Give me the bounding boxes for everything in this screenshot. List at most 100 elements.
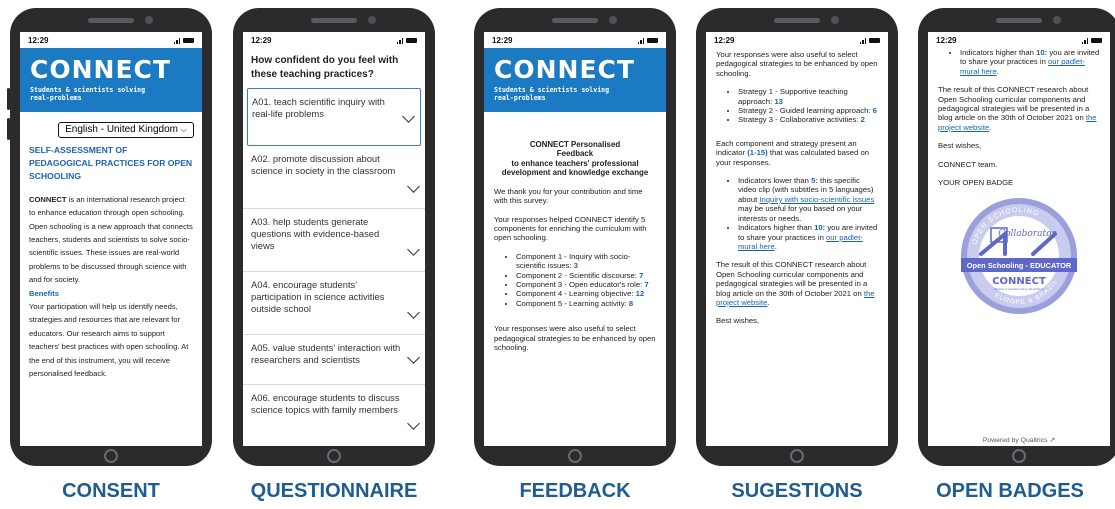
component-list: Component 1 - Inquiry with socio-scienti… [494,252,656,308]
status-bar: 12:29 [928,32,1110,48]
blog-announcement: The result of this CONNECT research abou… [938,85,1097,132]
badge-tagline: Students & scientists solving real-probl… [994,287,1044,291]
battery-icon [1091,37,1102,43]
question-item[interactable]: A05. value students' interaction with re… [243,335,425,385]
feedback-components-intro: Your responses helped CONNECT identify 5… [494,214,647,243]
status-bar: 12:29 [20,32,202,48]
phone-suggestions: 12:29 Your responses were also useful to… [696,8,898,466]
question-item[interactable]: A03. help students generate questions wi… [243,209,425,272]
score-value: 13 [774,96,783,106]
home-button [790,449,804,463]
status-time: 12:29 [251,35,272,45]
signal-icon [859,37,866,44]
signal-icon [1081,37,1088,44]
indicator-explanation: Each component and strategy present an i… [716,138,870,167]
connect-logo: CONNECT [30,55,171,84]
phone-feedback: 12:29 CONNECT Students & scientists solv… [474,8,676,466]
open-badge-image: OPEN SCHOOLING EUROPE & BRAZIL Collabora… [961,198,1077,315]
list-item: Component 1 - Inquiry with socio-scienti… [516,252,656,271]
list-item: Strategy 1 - Supportive teaching approac… [738,87,878,106]
list-item: Strategy 3 - Collaborative activities: 2 [738,115,878,124]
chevron-down-icon [407,351,420,364]
screen-feedback: 12:29 CONNECT Students & scientists solv… [484,32,666,446]
phone-open-badges: 12:29 Indicators higher than 10: you are… [918,8,1115,466]
phone-consent: 12:29 CONNECT Students & scientists solv… [7,8,212,466]
camera [368,16,376,24]
consent-intro: CONNECT is an international research pro… [29,194,185,218]
consent-body: SELF-ASSESSMENT OF PEDAGOGICAL PRACTICES… [20,144,202,381]
badge-logo: CONNECT [992,276,1046,287]
home-button [327,449,341,463]
status-time: 12:29 [714,35,735,45]
list-item: Component 3 - Open educator's role: 7 [516,280,656,289]
chevron-down-icon [407,243,420,256]
score-value: 8 [628,298,634,308]
external-link-icon: ↗ [1049,437,1056,444]
feedback-thanks: We thank you for your contribution and t… [494,186,643,206]
signal-icon [637,37,644,44]
score-value: 2 [860,115,865,125]
home-button [1012,449,1026,463]
indicator-list: Indicators lower than 5: this specific v… [716,176,878,251]
status-bar: 12:29 [243,32,425,48]
score-value: 7 [639,270,644,280]
camera [831,16,839,24]
status-time: 12:29 [936,35,957,45]
feedback-title: CONNECT Personalised Feedback to enhance… [501,139,649,178]
open-badges-body: Indicators higher than 10: you are invit… [928,48,1110,316]
video-link[interactable]: Inquiry with socio-scientific issues [759,195,874,204]
open-badge[interactable]: OPEN SCHOOLING EUROPE & BRAZIL Collabora… [959,196,1079,316]
label-open-badges: OPEN BADGES [936,480,1084,502]
home-button [568,449,582,463]
speaker [996,18,1042,23]
status-time: 12:29 [492,35,513,45]
svg-text:Open Schooling - EDUCATOR: Open Schooling - EDUCATOR [967,261,1072,270]
score-value: 6 [872,106,877,116]
team-signature: CONNECT team. [938,159,998,169]
volume-up-button [7,88,10,110]
language-select[interactable]: English - United Kingdom ⌵ [58,121,194,138]
consent-heading: SELF-ASSESSMENT OF PEDAGOGICAL PRACTICES… [29,144,193,181]
connect-tagline: Students & scientists solving real-probl… [494,86,610,103]
list-item: Strategy 2 - Guided learning approach: 6 [738,106,878,115]
consent-paragraph-3: Your participation will help us identify… [29,301,189,378]
powered-by-footer[interactable]: Powered by Qualtrics ↗ [928,436,1110,444]
score-value: 7 [644,279,649,289]
volume-down-button [7,118,10,140]
indicator-list: Indicators higher than 10: you are invit… [938,48,1100,76]
battery-icon [406,37,417,43]
label-consent: CONSENT [62,480,160,502]
list-item: Indicators lower than 5: this specific v… [738,176,878,223]
screen-suggestions: 12:29 Your responses were also useful to… [706,32,888,446]
camera [145,16,153,24]
connect-banner: CONNECT Students & scientists solving re… [20,48,202,112]
chevron-down-icon: ⌵ [180,124,187,134]
screen-open-badges: 12:29 Indicators higher than 10: you are… [928,32,1110,446]
phone-questionnaire: 12:29 How confident do you feel with the… [233,8,435,466]
battery-icon [869,37,880,43]
benefits-heading: Benefits [29,288,59,298]
questionnaire-title: How confident do you feel with these tea… [251,55,399,80]
list-item: Component 2 - Scientific discourse: 7 [516,271,656,280]
speaker [552,18,598,23]
question-item[interactable]: A02. promote discussion about science in… [243,146,425,209]
question-item[interactable]: A06. encourage students to discuss scien… [243,385,425,446]
blog-announcement: The result of this CONNECT research abou… [716,260,875,307]
score-value: 12 [635,289,645,299]
feedback-body: CONNECT Personalised Feedback to enhance… [484,140,666,353]
camera [609,16,617,24]
signal-icon [396,37,403,44]
label-suggestions: SUGESTIONS [731,480,863,502]
badge-heading: YOUR OPEN BADGE [938,178,1014,188]
list-item: Component 4 - Learning objective: 12 [516,289,656,298]
camera [1053,16,1061,24]
strategies-intro: Your responses were also useful to selec… [716,50,878,78]
question-item[interactable]: A04. encourage students' participation i… [243,272,425,335]
label-feedback: FEEDBACK [519,480,631,502]
score-value: 3 [573,261,578,271]
closing-text: Best wishes, [716,316,760,326]
chevron-down-icon [407,417,420,430]
suggestions-body: Your responses were also useful to selec… [706,48,888,326]
connect-banner: CONNECT Students & scientists solving re… [484,48,666,112]
question-item[interactable]: A01. teach scientific inquiry with real-… [247,88,421,146]
